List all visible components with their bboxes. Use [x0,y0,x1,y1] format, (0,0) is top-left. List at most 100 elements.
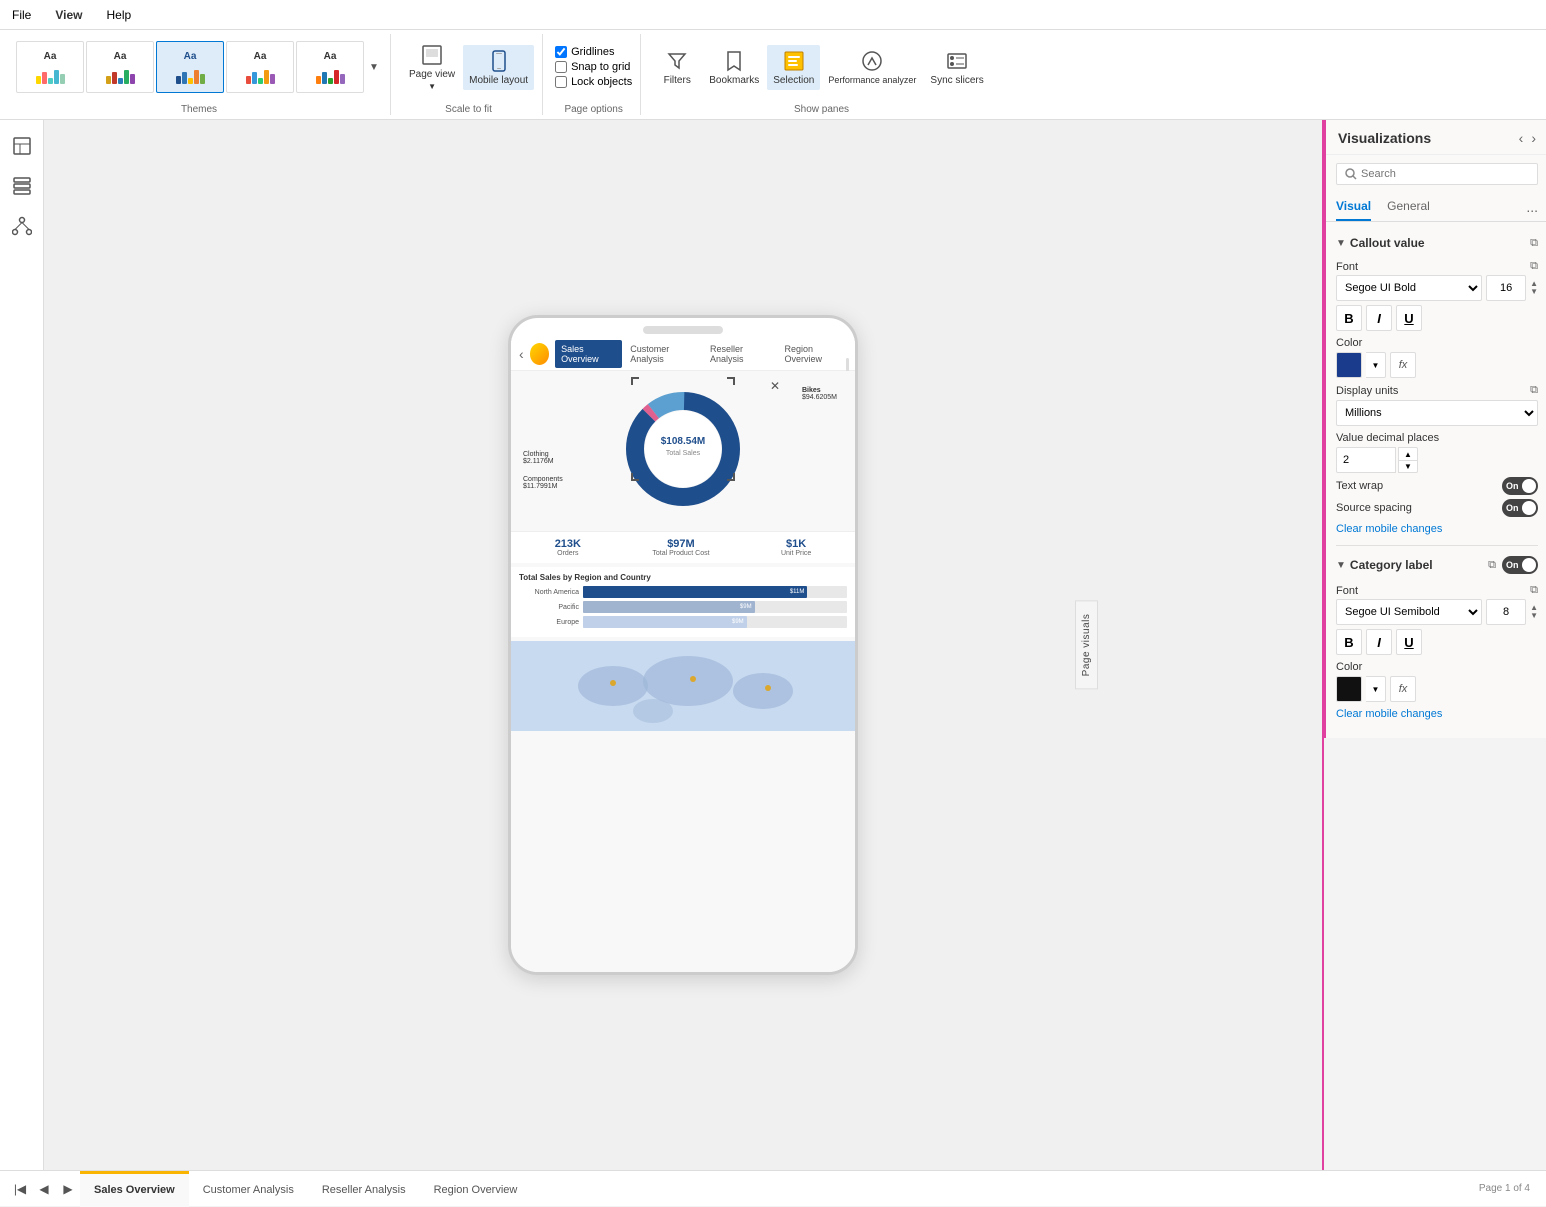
callout-font-size-input[interactable] [1486,275,1526,301]
handle-bl[interactable] [631,473,639,481]
category-fx-btn[interactable]: fx [1390,676,1416,702]
left-nav-data[interactable] [4,168,40,204]
bookmarks-btn[interactable]: Bookmarks [703,45,765,90]
page-visuals-tab[interactable]: Page visuals [1075,601,1098,690]
callout-source-spacing-row: Source spacing On [1336,499,1538,517]
donut-section: ✕ [511,371,855,531]
category-font-family-select[interactable]: Segoe UI Semibold [1336,599,1482,625]
selection-btn[interactable]: Selection [767,45,820,90]
left-nav-model[interactable] [4,208,40,244]
category-label-controls: ⧉ On [1488,556,1538,574]
left-nav-report[interactable] [4,128,40,164]
callout-fx-btn[interactable]: fx [1390,352,1416,378]
menu-view[interactable]: View [51,8,86,22]
callout-textwrap-toggle[interactable]: On [1502,477,1538,495]
tab-general[interactable]: General [1387,193,1430,221]
map-svg [511,641,855,731]
page-tab-reseller-analysis[interactable]: Reseller Analysis [308,1171,420,1207]
page-options-label: Page options [564,100,622,115]
callout-source-spacing-toggle[interactable]: On [1502,499,1538,517]
bar-fill-eur: $9M [583,616,747,628]
callout-display-units-select[interactable]: Millions [1336,400,1538,426]
theme-tile-3[interactable]: Aa [156,41,224,93]
callout-italic-btn[interactable]: I [1366,305,1392,331]
category-color-dropdown[interactable]: ▼ [1366,676,1386,702]
callout-clear-mobile-link[interactable]: Clear mobile changes [1336,523,1538,535]
callout-copy-icon[interactable]: ⧉ [1530,237,1538,250]
page-nav-first[interactable]: |◀ [8,1177,32,1201]
category-clear-mobile-link[interactable]: Clear mobile changes [1336,708,1538,720]
mobile-nav-region[interactable]: Region Overview [779,340,851,368]
filters-btn[interactable]: Filters [653,45,701,90]
callout-bold-btn[interactable]: B [1336,305,1362,331]
viz-tabs: Visual General ... [1326,193,1546,222]
theme-tile-2[interactable]: Aa [86,41,154,93]
performance-icon [860,49,884,73]
search-input[interactable] [1361,168,1529,180]
menu-help[interactable]: Help [102,8,135,22]
viz-search[interactable] [1336,163,1538,185]
mobile-nav: ‹ Sales Overview Customer Analysis Resel… [511,338,855,371]
page-tab-sales-overview[interactable]: Sales Overview [80,1171,189,1207]
callout-underline-btn[interactable]: U [1396,305,1422,331]
themes-more[interactable]: ▼ [366,62,382,73]
tab-visual[interactable]: Visual [1336,193,1371,221]
theme-tile-4[interactable]: Aa [226,41,294,93]
callout-color-swatch[interactable] [1336,352,1362,378]
mobile-nav-customer[interactable]: Customer Analysis [624,340,702,368]
handle-tl[interactable] [631,377,639,385]
theme-tile-1[interactable]: Aa [16,41,84,93]
category-label-header[interactable]: ▼ Category label ⧉ On [1336,550,1538,580]
callout-display-units-copy[interactable]: ⧉ [1530,384,1538,397]
callout-vdp-down[interactable]: ▼ [1398,460,1418,473]
snap-to-grid-checkbox[interactable]: Snap to grid [555,61,632,73]
mobile-layout-label: Mobile layout [469,75,528,86]
ribbon: Aa Aa Aa [0,30,1546,120]
theme-tile-5[interactable]: Aa [296,41,364,93]
mobile-nav-reseller[interactable]: Reseller Analysis [704,340,776,368]
themes-tiles: Aa Aa Aa [16,34,382,100]
callout-color-dropdown[interactable]: ▼ [1366,352,1386,378]
menu-file[interactable]: File [8,8,35,22]
category-underline-btn[interactable]: U [1396,629,1422,655]
category-copy-icon[interactable]: ⧉ [1488,559,1496,572]
callout-font-size-down[interactable]: ▼ [1530,288,1538,296]
category-font-copy-icon[interactable]: ⧉ [1530,584,1538,597]
stat-cost-value: $97M [652,538,709,550]
callout-vdp-input[interactable] [1336,447,1396,473]
page-nav-next[interactable]: ▶ [56,1177,80,1201]
page-tab-customer-analysis[interactable]: Customer Analysis [189,1171,308,1207]
category-color-swatch[interactable] [1336,676,1362,702]
performance-btn[interactable]: Performance analyzer [822,45,922,89]
lock-objects-checkbox[interactable]: Lock objects [555,76,632,88]
category-font-label: Font [1336,585,1358,597]
bar-label-pac: Pacific [519,604,579,611]
page-view-btn[interactable]: Page view ▼ [403,39,461,95]
viz-expand-icon[interactable]: › [1531,130,1536,146]
category-font-size-input[interactable] [1486,599,1526,625]
bar-label-eur: Europe [519,619,579,626]
mobile-layout-btn[interactable]: Mobile layout [463,45,534,90]
callout-value-header[interactable]: ▼ Callout value ⧉ [1336,230,1538,256]
page-tab-region-overview[interactable]: Region Overview [420,1171,532,1207]
handle-br[interactable] [727,473,735,481]
mobile-back-btn[interactable]: ‹ [515,346,528,362]
page-options-items: Gridlines Snap to grid Lock objects [555,34,632,100]
category-bold-btn[interactable]: B [1336,629,1362,655]
page-nav-prev[interactable]: ◀ [32,1177,56,1201]
gridlines-checkbox[interactable]: Gridlines [555,46,632,58]
viz-collapse-icon[interactable]: ‹ [1519,130,1524,146]
category-font-size-down[interactable]: ▼ [1530,612,1538,620]
donut-close-icon[interactable]: ✕ [770,379,780,393]
handle-tr[interactable] [727,377,735,385]
callout-vdp-up[interactable]: ▲ [1398,447,1418,460]
viz-tabs-more[interactable]: ... [1526,193,1538,221]
sync-slicers-btn[interactable]: Sync slicers [924,45,989,90]
callout-font-family-select[interactable]: Segoe UI Bold [1336,275,1482,301]
callout-value-header-left: ▼ Callout value [1336,236,1425,250]
mobile-nav-sales[interactable]: Sales Overview [555,340,622,368]
callout-font-copy-icon[interactable]: ⧉ [1530,260,1538,273]
category-italic-btn[interactable]: I [1366,629,1392,655]
main-area: Page visuals ‹ Sales Overview Customer A… [0,120,1546,1170]
category-label-toggle[interactable]: On [1502,556,1538,574]
